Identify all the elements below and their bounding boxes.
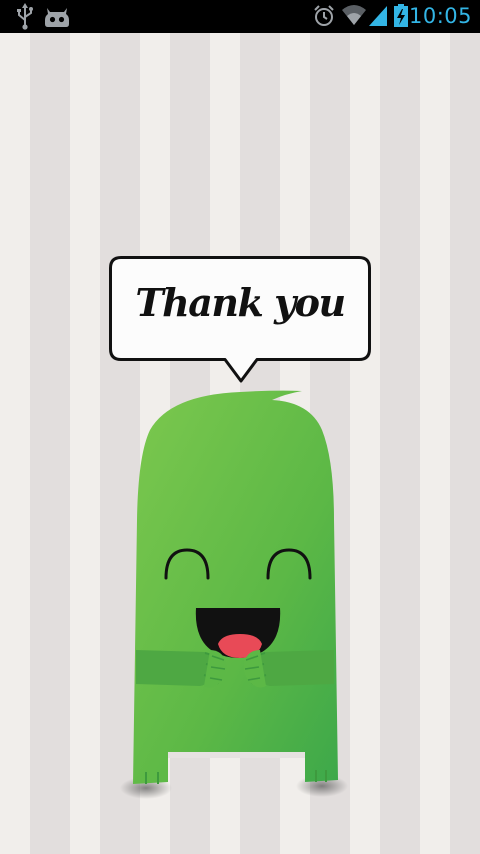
cyanogen-mascot-icon bbox=[45, 8, 69, 27]
right-arm bbox=[257, 650, 334, 686]
thank-you-screen: 10:05 Thank you bbox=[0, 0, 480, 854]
monster-body bbox=[133, 390, 338, 784]
thank-you-text: Thank you bbox=[135, 280, 346, 325]
left-arm bbox=[136, 650, 213, 686]
alarm-icon bbox=[314, 5, 334, 26]
green-monster-illustration bbox=[120, 390, 348, 799]
status-time: 10:05 bbox=[408, 4, 472, 28]
signal-icon bbox=[369, 6, 387, 26]
battery-charging-icon bbox=[394, 4, 408, 27]
speech-bubble: Thank you bbox=[109, 256, 371, 384]
usb-icon bbox=[17, 3, 33, 30]
status-bar: 10:05 bbox=[0, 0, 480, 33]
leg-gap bbox=[168, 752, 305, 758]
wifi-icon bbox=[342, 5, 366, 25]
